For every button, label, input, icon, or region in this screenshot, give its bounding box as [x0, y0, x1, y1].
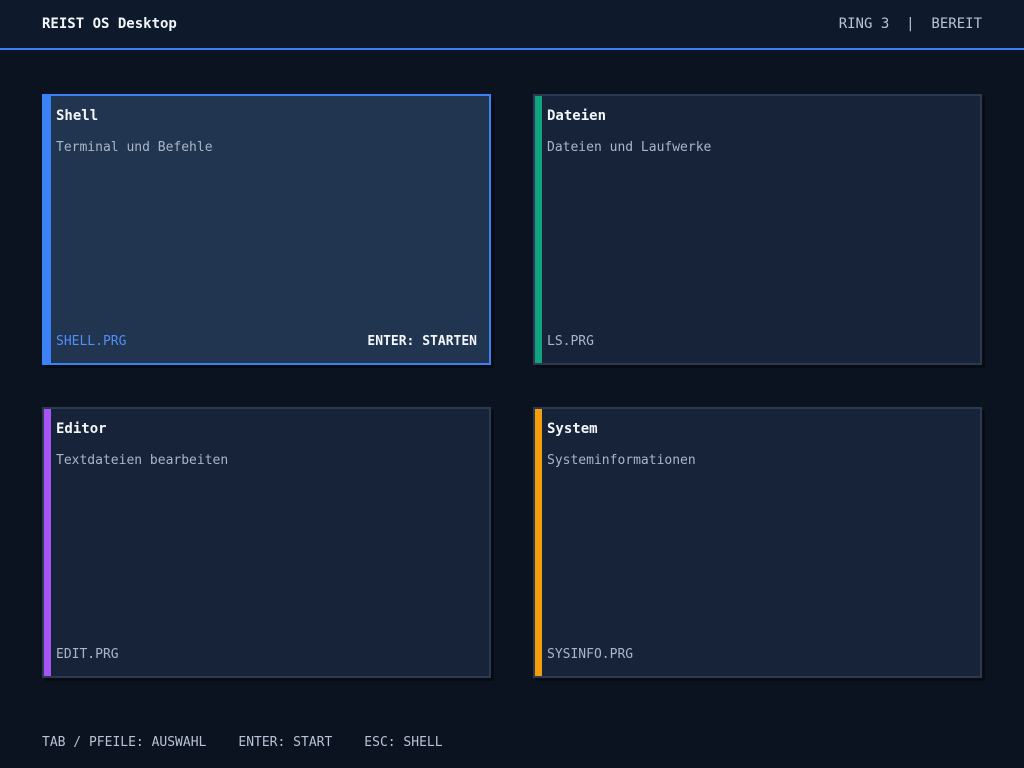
tile-accent-bar [44, 96, 51, 363]
top-bar: REIST OS Desktop RING 3 | BEREIT [0, 0, 1024, 50]
app-tile-system[interactable]: System Systeminformationen SYSINFO.PRG [533, 407, 982, 678]
system-status: RING 3 | BEREIT [838, 16, 982, 32]
hint-select: TAB / PFEILE: AUSWAHL [42, 735, 207, 750]
tile-program-file: SYSINFO.PRG [547, 647, 634, 662]
tile-program-file: LS.PRG [547, 334, 594, 349]
tile-description: Textdateien bearbeiten [56, 453, 229, 468]
app-tile-dateien[interactable]: Dateien Dateien und Laufwerke LS.PRG [533, 94, 982, 365]
tile-accent-bar [535, 409, 542, 676]
tile-accent-bar [44, 409, 51, 676]
tile-description: Terminal und Befehle [56, 140, 213, 155]
keyboard-hints: TAB / PFEILE: AUSWAHL ENTER: START ESC: SH… [42, 735, 475, 750]
tile-description: Systeminformationen [547, 453, 696, 468]
hint-escape: ESC: SHELL [364, 735, 443, 750]
tile-description: Dateien und Laufwerke [547, 140, 712, 155]
app-tile-editor[interactable]: Editor Textdateien bearbeiten EDIT.PRG [42, 407, 491, 678]
tile-title: Editor [56, 421, 107, 437]
desktop-title: REIST OS Desktop [42, 16, 177, 32]
hint-start: ENTER: START [238, 735, 333, 750]
tile-title: System [547, 421, 598, 437]
tile-accent-bar [535, 96, 542, 363]
tile-title: Shell [56, 108, 99, 124]
tile-start-hint: ENTER: STARTEN [367, 334, 477, 349]
tile-program-file: EDIT.PRG [56, 647, 119, 662]
app-tile-shell[interactable]: Shell Terminal und Befehle SHELL.PRG ENT… [42, 94, 491, 365]
tile-program-file: SHELL.PRG [56, 334, 127, 349]
tile-title: Dateien [547, 108, 607, 124]
